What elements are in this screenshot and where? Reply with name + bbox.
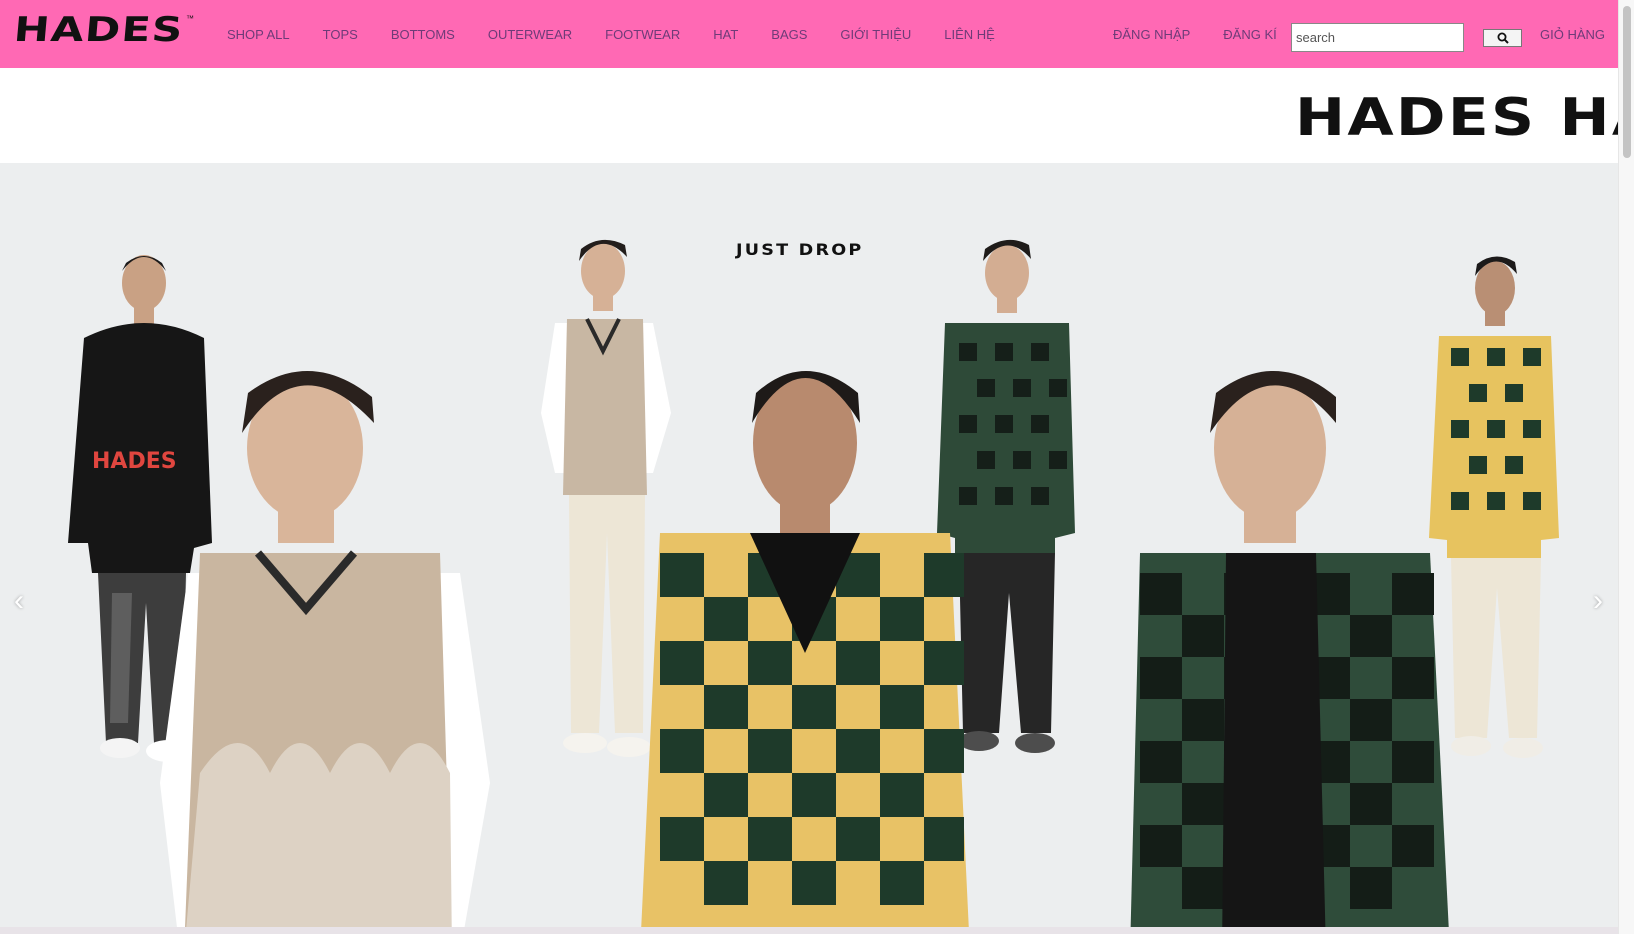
trademark-symbol: ™ [186,14,194,23]
search-icon [1497,32,1509,44]
slider-prev-button[interactable]: ‹ [4,583,34,619]
hero-slider: JUST DROP HADES ‹ › [0,163,1618,927]
page: HADES ™ SHOP ALL TOPS BOTTOMS OUTERWEAR … [0,0,1618,934]
nav-link-shop-all[interactable]: SHOP ALL [227,27,290,42]
navbar: HADES ™ SHOP ALL TOPS BOTTOMS OUTERWEAR … [0,0,1618,68]
nav-link-footwear[interactable]: FOOTWEAR [605,27,680,42]
nav-link-bags[interactable]: BAGS [771,27,807,42]
model-front-vest-image [160,370,490,927]
register-link[interactable]: ĐĂNG KÍ [1223,27,1276,42]
page-scrollbar[interactable] [1618,0,1634,934]
auth-links: ĐĂNG NHẬP ĐĂNG KÍ [1113,0,1310,68]
brand-logo[interactable]: HADES [12,10,185,50]
nav-link-hat[interactable]: HAT [713,27,738,42]
scrollbar-thumb[interactable] [1623,6,1631,158]
nav-link-outerwear[interactable]: OUTERWEAR [488,27,572,42]
marquee-text: HADES HADES [1295,88,1618,148]
nav-link-bottoms[interactable]: BOTTOMS [391,27,455,42]
bottom-strip [0,927,1618,934]
login-link[interactable]: ĐĂNG NHẬP [1113,27,1190,42]
main-nav: SHOP ALL TOPS BOTTOMS OUTERWEAR FOOTWEAR… [227,0,1028,68]
nav-link-contact[interactable]: LIÊN HỆ [944,27,995,42]
cart-link[interactable]: GIỎ HÀNG [1540,0,1605,68]
hero-heading: JUST DROP [736,240,864,259]
model-front-green-cardigan-image [1130,370,1449,927]
search-input[interactable] [1291,23,1464,52]
nav-link-about[interactable]: GIỚI THIỆU [840,27,911,42]
search-button[interactable] [1483,29,1522,47]
slider-next-button[interactable]: › [1583,583,1613,619]
chevron-right-icon: › [1593,584,1603,617]
nav-link-tops[interactable]: TOPS [323,27,358,42]
model-front-yellow-cardigan-image [641,371,969,927]
brand-marquee: HADES HADES [0,68,1618,163]
chevron-left-icon: ‹ [14,584,24,617]
